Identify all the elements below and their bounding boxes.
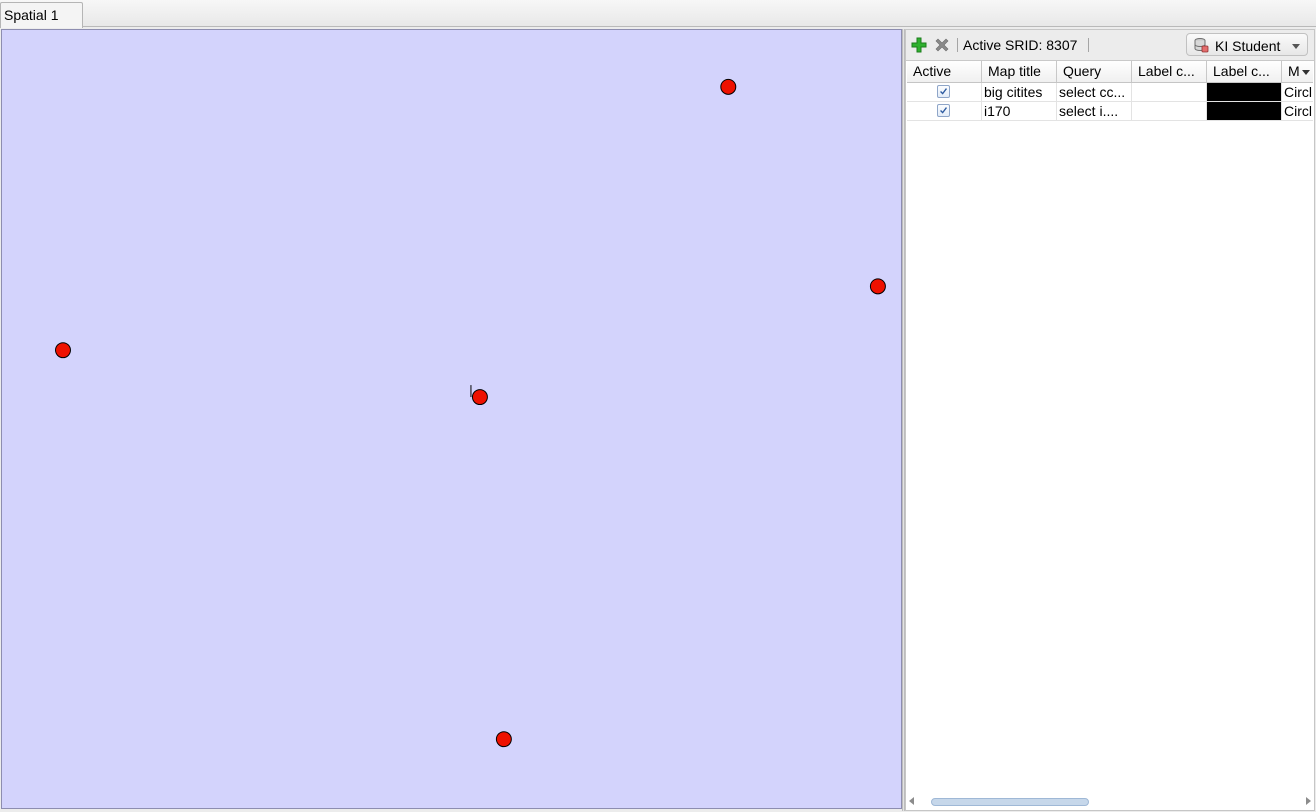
label-color-cell[interactable] (1207, 102, 1282, 120)
layers-table: Active Map title Query Label c... Label … (907, 61, 1313, 121)
table-header: Active Map title Query Label c... Label … (907, 61, 1313, 83)
tab-spatial-1[interactable]: Spatial 1 (0, 2, 83, 28)
map-point[interactable] (55, 342, 71, 359)
column-header-map-title[interactable]: Map title (982, 61, 1057, 82)
table-row[interactable]: big citites select cc... Circl (907, 83, 1313, 102)
close-icon[interactable] (933, 36, 951, 54)
scroll-left-icon[interactable] (909, 797, 914, 805)
label-column-cell[interactable] (1132, 83, 1207, 101)
chevron-down-icon[interactable] (1302, 70, 1310, 75)
column-header-active[interactable]: Active (907, 61, 982, 82)
query-cell[interactable]: select i.... (1057, 102, 1132, 120)
column-header-label-column[interactable]: Label c... (1132, 61, 1207, 82)
scroll-right-icon[interactable] (1306, 797, 1311, 805)
map-point[interactable] (495, 731, 512, 748)
marker-cell[interactable]: Circl (1282, 83, 1313, 101)
column-header-marker-label: M (1288, 63, 1300, 79)
label-color-cell[interactable] (1207, 83, 1282, 101)
active-cell (907, 102, 982, 120)
map-canvas[interactable] (1, 29, 902, 809)
color-swatch (1207, 102, 1281, 120)
active-checkbox[interactable] (937, 85, 950, 98)
marker-cell[interactable]: Circl (1282, 102, 1313, 120)
scrollbar-thumb[interactable] (931, 798, 1089, 806)
layers-toolbar: Active SRID: 8307 KI Student (906, 30, 1314, 61)
column-header-label-color[interactable]: Label c... (1207, 61, 1282, 82)
query-cell[interactable]: select cc... (1057, 83, 1132, 101)
connection-dropdown[interactable]: KI Student (1186, 33, 1308, 56)
active-checkbox[interactable] (937, 104, 950, 117)
table-row[interactable]: i170 select i.... Circl (907, 102, 1313, 121)
map-layer (55, 78, 886, 748)
plus-icon[interactable] (910, 36, 928, 54)
map-title-cell[interactable]: i170 (982, 102, 1057, 120)
connection-label: KI Student (1215, 38, 1281, 54)
color-swatch (1207, 83, 1281, 101)
map-point[interactable] (720, 78, 737, 95)
column-header-query[interactable]: Query (1057, 61, 1132, 82)
toolbar-separator (1088, 38, 1089, 52)
map-point[interactable] (869, 278, 886, 295)
tab-strip: Spatial 1 (0, 0, 1316, 28)
column-header-marker[interactable]: M (1282, 61, 1313, 82)
active-cell (907, 83, 982, 101)
chevron-down-icon (1292, 44, 1300, 49)
database-icon (1194, 38, 1209, 53)
active-srid-label: Active SRID: 8307 (963, 37, 1078, 53)
scrollbar-track[interactable] (917, 796, 1303, 806)
horizontal-scrollbar[interactable] (906, 794, 1314, 807)
map-title-cell[interactable]: big citites (982, 83, 1057, 101)
label-column-cell[interactable] (1132, 102, 1207, 120)
layers-panel: Active SRID: 8307 KI Student Active Map … (905, 29, 1315, 811)
toolbar-separator (957, 38, 958, 52)
map-point[interactable] (471, 389, 488, 406)
